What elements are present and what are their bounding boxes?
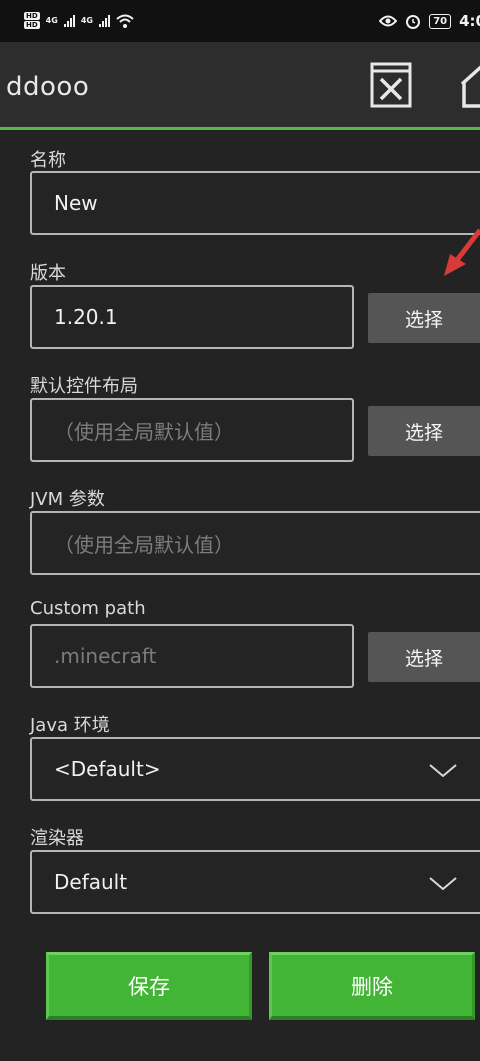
hd-bottom-badge: HD — [24, 21, 40, 29]
clock: 4:0 — [459, 12, 480, 30]
hd-top-badge: HD — [24, 12, 40, 20]
custom-path-label: Custom path — [30, 598, 146, 619]
name-input[interactable]: New — [30, 171, 480, 235]
version-select-button[interactable]: 选择 — [368, 293, 480, 343]
signal-icon-2 — [98, 14, 110, 27]
network-type-1: 4G — [45, 16, 58, 25]
status-right: 70 4:0 — [379, 12, 480, 30]
status-left: HD HD 4G 4G — [24, 12, 134, 29]
home-icon[interactable] — [460, 62, 480, 108]
delete-button[interactable]: 删除 — [269, 952, 475, 1020]
alarm-icon — [406, 15, 421, 29]
wifi-icon — [116, 14, 134, 28]
status-bar: HD HD 4G 4G 70 4:0 — [0, 0, 480, 42]
version-label: 版本 — [30, 263, 66, 284]
custom-path-select-button[interactable]: 选择 — [368, 632, 480, 682]
delete-icon[interactable] — [370, 62, 412, 108]
eye-icon — [379, 15, 398, 27]
hd-indicator: HD HD — [24, 12, 40, 29]
control-layout-label: 默认控件布局 — [30, 376, 138, 397]
java-env-select[interactable]: <Default> — [30, 737, 480, 801]
control-layout-select-button[interactable]: 选择 — [368, 406, 480, 456]
jvm-args-label: JVM 参数 — [30, 489, 105, 510]
version-input[interactable]: 1.20.1 — [30, 285, 354, 349]
save-button[interactable]: 保存 — [46, 952, 252, 1020]
battery-indicator: 70 — [429, 13, 452, 29]
chevron-down-icon — [429, 877, 457, 891]
chevron-down-icon — [429, 764, 457, 778]
page-title: ddooo — [6, 72, 90, 102]
custom-path-input[interactable]: .minecraft — [30, 624, 354, 688]
renderer-label: 渲染器 — [30, 828, 84, 849]
red-arrow-icon — [444, 228, 480, 276]
jvm-args-input[interactable]: （使用全局默认值） — [30, 511, 480, 575]
java-env-label: Java 环境 — [30, 715, 110, 736]
network-type-2: 4G — [80, 16, 93, 25]
name-label: 名称 — [30, 150, 66, 171]
appbar-accent-line — [0, 127, 480, 130]
signal-icon — [63, 14, 75, 27]
renderer-select[interactable]: Default — [30, 850, 480, 914]
control-layout-input[interactable]: （使用全局默认值） — [30, 398, 354, 462]
